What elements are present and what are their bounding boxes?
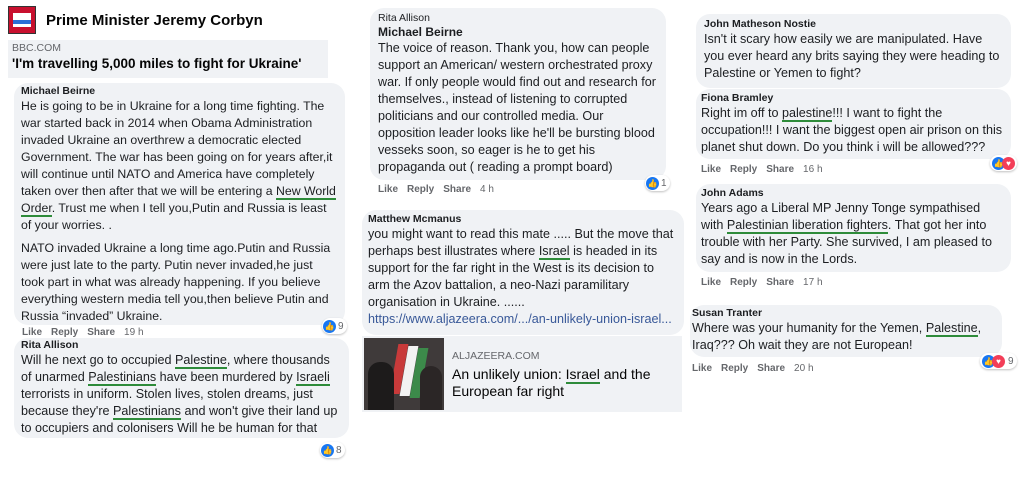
comment-author[interactable]: John Matheson Nostie [704,18,1005,31]
page-avatar-band [13,20,31,24]
like-button[interactable]: Like [692,363,712,374]
comment-bubble: Fiona Bramley Right im off to palestine!… [696,89,1011,159]
highlight-underline: Israeli [296,370,330,386]
article-thumbnail [364,338,444,410]
person-silhouette [368,362,394,410]
timestamp[interactable]: 16 h [803,164,822,175]
highlight-underline: Palestinian liberation fighters [726,218,888,234]
like-button[interactable]: Like [22,327,42,338]
card-domain: ALJAZEERA.COM [452,350,540,362]
comment-bubble: Michael Beirne He is going to be in Ukra… [14,83,345,325]
like-button[interactable]: Like [701,164,721,175]
comment-actions: Like Reply Share 19 h [22,327,153,338]
comment-actions: Like Reply Share 16 h [701,164,832,175]
comment-actions: Like Reply Share 17 h [701,277,832,288]
comment-bubble: Matthew Mcmanus you might want to read t… [362,210,684,335]
page-title[interactable]: Prime Minister Jeremy Corbyn [46,12,263,29]
comment-text: The voice of reason. Thank you, how can … [378,41,656,174]
timestamp[interactable]: 17 h [803,277,822,288]
timestamp[interactable]: 20 h [794,363,813,374]
comment-text: Will he next go to occupied Palestine, w… [21,353,338,435]
share-button[interactable]: Share [443,184,471,195]
reply-button[interactable]: Reply [730,164,757,175]
comment-text: you might want to read this mate ..... B… [368,227,674,326]
comment-bubble: Susan Tranter Where was your humanity fo… [690,305,1002,357]
link-domain: BBC.COM [12,42,62,54]
reaction-count[interactable]: 👍 8 [320,442,345,458]
page-avatar[interactable] [8,6,36,34]
comment-text: Isn't it scary how easily we are manipul… [704,32,1000,80]
like-button[interactable]: Like [701,277,721,288]
highlight-underline: Palestine [925,321,978,337]
highlight-underline: Palestinians [113,404,181,420]
highlight-underline: Israel [565,366,600,384]
reply-to-name[interactable]: Rita Allison [378,12,659,25]
link-preview-card[interactable]: ALJAZEERA.COM An unlikely union: Israel … [362,336,682,412]
share-button[interactable]: Share [766,277,794,288]
like-reaction-icon: 👍 [321,443,334,457]
reaction-count[interactable]: 👍 1 [645,175,670,191]
comment-author[interactable]: Fiona Bramley [701,92,1005,105]
comment-bubble: Rita Allison Will he next go to occupied… [14,338,349,438]
comment-bubble: John Adams Years ago a Liberal MP Jenny … [696,184,1011,272]
comment-text: Right im off to palestine!!! I want to f… [701,106,1003,154]
highlight-underline: palestine [781,106,833,122]
comment-author[interactable]: Michael Beirne [378,25,659,40]
like-reaction-icon: 👍 [646,176,659,190]
reaction-count[interactable]: 👍 ♥ 9 [980,353,1017,369]
share-button[interactable]: Share [87,327,115,338]
comment-bubble: Rita Allison Michael Beirne The voice of… [370,8,666,180]
reply-button[interactable]: Reply [407,184,434,195]
highlight-underline: Israel [538,244,570,260]
reaction-count[interactable]: 👍 9 [322,318,347,334]
article-link[interactable]: https://www.aljazeera.com/.../an-unlikel… [368,312,672,326]
comment-author[interactable]: John Adams [701,187,1005,200]
comment-text: NATO invaded Ukraine a long time ago.Put… [21,241,331,323]
timestamp[interactable]: 19 h [124,327,143,338]
link-preview[interactable]: BBC.COM 'I'm travelling 5,000 miles to f… [8,40,328,78]
highlight-underline: Palestine [175,353,227,369]
love-reaction-icon: ♥ [992,354,1005,368]
reaction-icons[interactable]: 👍 ♥ [990,155,1017,171]
comment-author[interactable]: Matthew Mcmanus [368,213,678,226]
comment-bubble: John Matheson Nostie Isn't it scary how … [696,14,1011,88]
comment-author[interactable]: Susan Tranter [692,307,996,320]
like-reaction-icon: 👍 [323,319,336,333]
reply-button[interactable]: Reply [730,277,757,288]
reply-button[interactable]: Reply [51,327,78,338]
share-button[interactable]: Share [757,363,785,374]
comment-text: Years ago a Liberal MP Jenny Tonge sympa… [701,201,992,266]
comment-text: He is going to be in Ukraine for a long … [21,99,336,232]
love-reaction-icon: ♥ [1002,156,1015,170]
person-silhouette [420,366,442,410]
comment-actions: Like Reply Share 4 h [378,184,503,195]
timestamp[interactable]: 4 h [480,184,494,195]
link-headline: 'I'm travelling 5,000 miles to fight for… [12,56,302,71]
comment-actions: Like Reply Share 20 h [692,363,823,374]
card-title: An unlikely union: Israel and the Europe… [452,366,651,399]
share-button[interactable]: Share [766,164,794,175]
comment-author[interactable]: Michael Beirne [21,85,339,98]
comment-author[interactable]: Rita Allison [21,339,343,352]
highlight-underline: Palestinians [88,370,157,386]
comment-text: Where was your humanity for the Yemen, P… [692,321,982,352]
reply-button[interactable]: Reply [721,363,748,374]
like-button[interactable]: Like [378,184,398,195]
